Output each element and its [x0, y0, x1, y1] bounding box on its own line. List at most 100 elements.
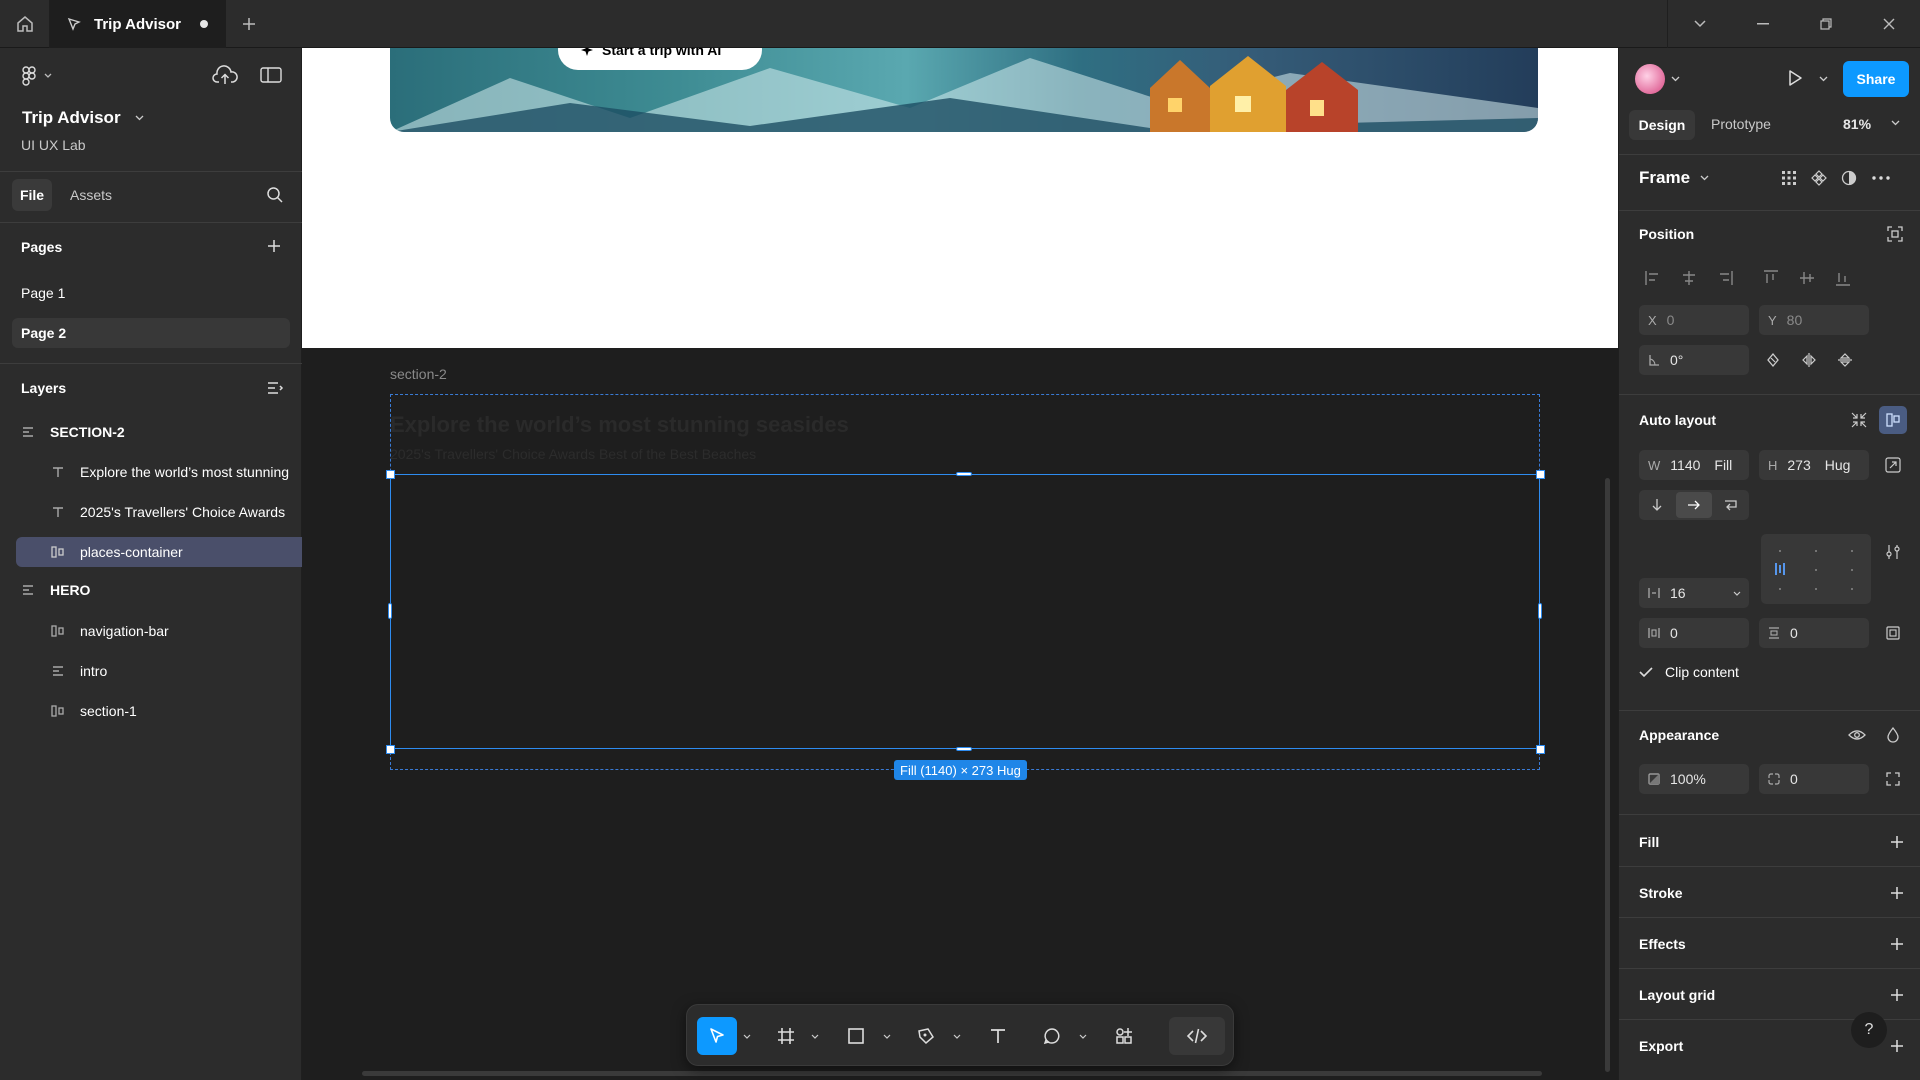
align-right-button[interactable]	[1711, 264, 1739, 292]
frame-tool-menu[interactable]	[809, 1017, 821, 1055]
gap-field[interactable]: 16	[1639, 578, 1749, 608]
resize-handle-bottom-left[interactable]	[386, 745, 395, 754]
h-mode[interactable]: Hug	[1825, 457, 1851, 473]
rectangle-tool-button[interactable]	[837, 1017, 875, 1055]
tab-prototype[interactable]: Prototype	[1711, 116, 1771, 132]
places-container-selection[interactable]	[390, 474, 1540, 749]
pen-tool-button[interactable]	[907, 1017, 945, 1055]
layer-intro[interactable]: intro	[50, 652, 336, 690]
resize-handle-top-left[interactable]	[386, 470, 395, 479]
layer-section-2[interactable]: SECTION-2	[20, 413, 306, 451]
more-options-button[interactable]	[1867, 164, 1895, 192]
visibility-toggle[interactable]	[1843, 721, 1871, 749]
fill-section[interactable]: Fill	[1619, 817, 1920, 867]
upload-button[interactable]	[212, 64, 238, 86]
canvas[interactable]: Start a trip with AI section-2 Explore t…	[302, 48, 1618, 1080]
tab-assets[interactable]: Assets	[70, 179, 112, 211]
frame-type-dropdown[interactable]: Frame	[1639, 168, 1709, 188]
comment-tool-menu[interactable]	[1077, 1017, 1089, 1055]
project-title[interactable]: Trip Advisor	[22, 108, 144, 128]
section-heading[interactable]: Explore the world’s most stunning seasid…	[390, 412, 849, 438]
tab-trip-advisor[interactable]: Trip Advisor	[50, 0, 226, 48]
present-menu[interactable]	[1819, 76, 1828, 82]
section-subheading[interactable]: 2025's Travellers' Choice Awards Best of…	[390, 446, 756, 462]
home-button[interactable]	[0, 0, 50, 48]
opacity-field[interactable]: 100%	[1639, 764, 1749, 794]
shape-tool-menu[interactable]	[881, 1017, 893, 1055]
stroke-section[interactable]: Stroke	[1619, 868, 1920, 918]
position-presets-button[interactable]	[1881, 220, 1909, 248]
collapse-auto-layout-button[interactable]	[1845, 406, 1873, 434]
w-mode[interactable]: Fill	[1714, 457, 1732, 473]
plus-icon[interactable]	[1889, 1038, 1905, 1054]
actions-tool-button[interactable]	[1105, 1017, 1143, 1055]
tab-design[interactable]: Design	[1629, 110, 1695, 140]
present-button[interactable]	[1785, 68, 1805, 88]
component-button[interactable]	[1805, 164, 1833, 192]
plus-icon[interactable]	[1889, 834, 1905, 850]
add-page-button[interactable]	[266, 238, 282, 254]
hero-image[interactable]: Start a trip with AI	[390, 48, 1538, 132]
layer-section-1[interactable]: section-1	[50, 692, 336, 730]
width-field[interactable]: W 1140 Fill	[1639, 450, 1749, 480]
direction-horizontal-button[interactable]	[1676, 492, 1712, 518]
layer-subheading-text[interactable]: 2025's Travellers' Choice Awards	[50, 493, 336, 531]
tab-file[interactable]: File	[12, 179, 52, 211]
blend-mode-button[interactable]	[1879, 721, 1907, 749]
horizontal-padding-field[interactable]: 0	[1639, 618, 1749, 648]
tabs-dropdown-button[interactable]	[1668, 0, 1731, 48]
avatar[interactable]	[1635, 64, 1665, 94]
rotate-90-button[interactable]	[1759, 346, 1787, 374]
layer-places-container[interactable]: places-container	[16, 537, 302, 567]
new-tab-button[interactable]	[226, 0, 272, 48]
resize-handle-top[interactable]	[956, 472, 972, 476]
direction-wrap-button[interactable]	[1714, 490, 1749, 520]
move-tool-button[interactable]	[697, 1017, 737, 1055]
pen-tool-menu[interactable]	[951, 1017, 963, 1055]
dev-mode-button[interactable]	[1169, 1017, 1225, 1055]
comment-tool-button[interactable]	[1033, 1017, 1071, 1055]
mask-button[interactable]	[1835, 164, 1863, 192]
hero-frame[interactable]: Start a trip with AI	[302, 48, 1618, 348]
alignment-grid[interactable]	[1761, 534, 1871, 604]
clip-content-checkbox[interactable]: Clip content	[1639, 664, 1739, 680]
rotation-field[interactable]: 0°	[1639, 345, 1749, 375]
direction-vertical-button[interactable]	[1639, 490, 1674, 520]
layers-options-button[interactable]	[266, 380, 284, 396]
zoom-level[interactable]: 81%	[1843, 116, 1871, 132]
main-menu-button[interactable]	[20, 66, 52, 86]
frame-label[interactable]: section-2	[390, 366, 447, 382]
share-button[interactable]: Share	[1843, 61, 1909, 97]
vertical-padding-field[interactable]: 0	[1759, 618, 1869, 648]
align-left-button[interactable]	[1639, 264, 1667, 292]
minimize-button[interactable]	[1731, 0, 1794, 48]
layer-hero[interactable]: HERO	[20, 571, 306, 609]
resize-handle-bottom[interactable]	[956, 747, 972, 751]
vertical-scrollbar[interactable]	[1605, 478, 1610, 1072]
help-button[interactable]: ?	[1851, 1012, 1887, 1048]
layer-heading-text[interactable]: Explore the world’s most stunning	[50, 453, 336, 491]
close-button[interactable]	[1857, 0, 1920, 48]
search-button[interactable]	[266, 186, 284, 204]
page-item-1[interactable]: Page 1	[12, 278, 290, 308]
effects-section[interactable]: Effects	[1619, 919, 1920, 969]
flip-vertical-button[interactable]	[1831, 346, 1859, 374]
align-bottom-button[interactable]	[1829, 264, 1857, 292]
toggle-sidebar-button[interactable]	[260, 67, 282, 83]
align-center-h-button[interactable]	[1675, 264, 1703, 292]
auto-layout-mode-button[interactable]	[1879, 406, 1907, 434]
resize-handle-top-right[interactable]	[1536, 470, 1545, 479]
individual-padding-button[interactable]	[1879, 619, 1907, 647]
page-item-2[interactable]: Page 2	[12, 318, 290, 348]
plus-icon[interactable]	[1889, 936, 1905, 952]
align-middle-button[interactable]	[1793, 264, 1821, 292]
resize-handle-left[interactable]	[388, 603, 392, 619]
x-position-field[interactable]: X 0	[1639, 305, 1749, 335]
y-position-field[interactable]: Y 80	[1759, 305, 1869, 335]
height-field[interactable]: H 273 Hug	[1759, 450, 1869, 480]
horizontal-scrollbar[interactable]	[362, 1071, 1542, 1076]
text-tool-button[interactable]	[979, 1017, 1017, 1055]
plus-icon[interactable]	[1889, 885, 1905, 901]
start-trip-ai-button[interactable]: Start a trip with AI	[558, 48, 762, 70]
restore-button[interactable]	[1794, 0, 1857, 48]
